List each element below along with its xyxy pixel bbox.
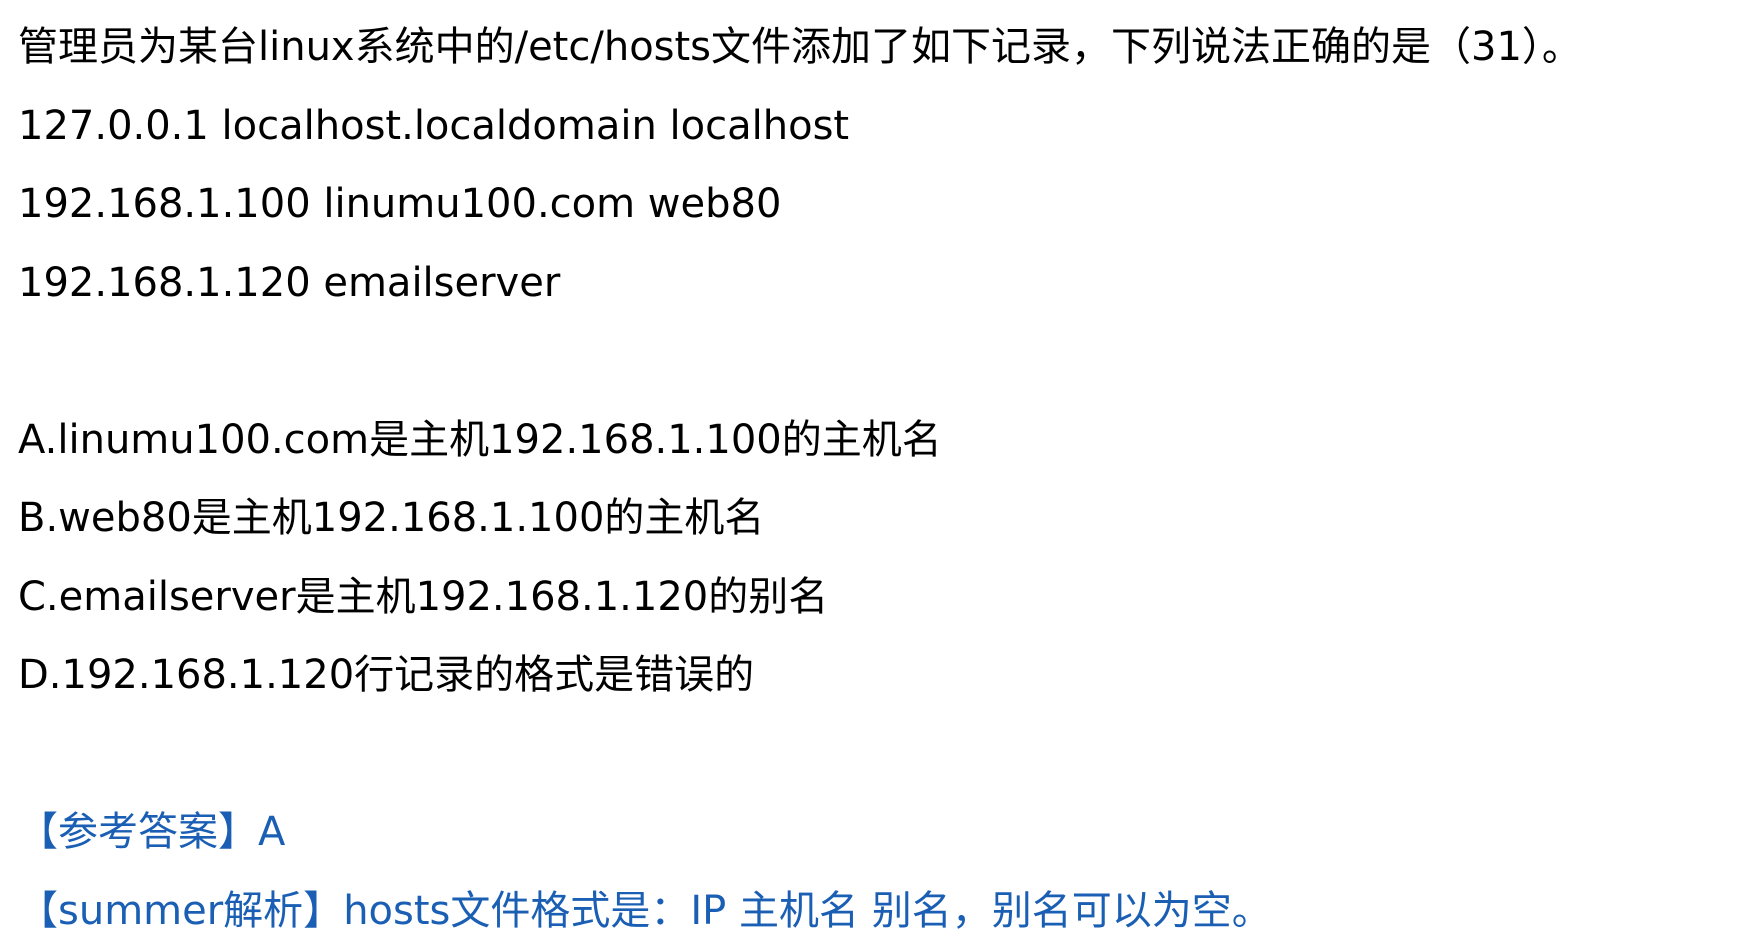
question-stem: 管理员为某台linux系统中的/etc/hosts文件添加了如下记录，下列说法正…	[18, 8, 1719, 87]
analysis-text: hosts文件格式是：IP 主机名 别名，别名可以为空。	[343, 888, 1272, 934]
hosts-record-2: 192.168.1.100 linumu100.com web80	[18, 165, 1719, 244]
reference-answer-value: A	[258, 809, 285, 855]
analysis-label: 【summer解析】	[18, 888, 343, 934]
reference-answer-label: 【参考答案】	[18, 809, 258, 855]
hosts-record-1: 127.0.0.1 localhost.localdomain localhos…	[18, 87, 1719, 166]
analysis: 【summer解析】hosts文件格式是：IP 主机名 别名，别名可以为空。	[18, 872, 1719, 950]
reference-answer: 【参考答案】A	[18, 793, 1719, 872]
option-a: A.linumu100.com是主机192.168.1.100的主机名	[18, 401, 1719, 480]
option-c: C.emailserver是主机192.168.1.120的别名	[18, 558, 1719, 637]
blank-spacer	[18, 715, 1719, 794]
blank-spacer	[18, 322, 1719, 401]
option-d: D.192.168.1.120行记录的格式是错误的	[18, 636, 1719, 715]
document-page: 管理员为某台linux系统中的/etc/hosts文件添加了如下记录，下列说法正…	[0, 0, 1737, 936]
hosts-record-3: 192.168.1.120 emailserver	[18, 244, 1719, 323]
option-b: B.web80是主机192.168.1.100的主机名	[18, 479, 1719, 558]
